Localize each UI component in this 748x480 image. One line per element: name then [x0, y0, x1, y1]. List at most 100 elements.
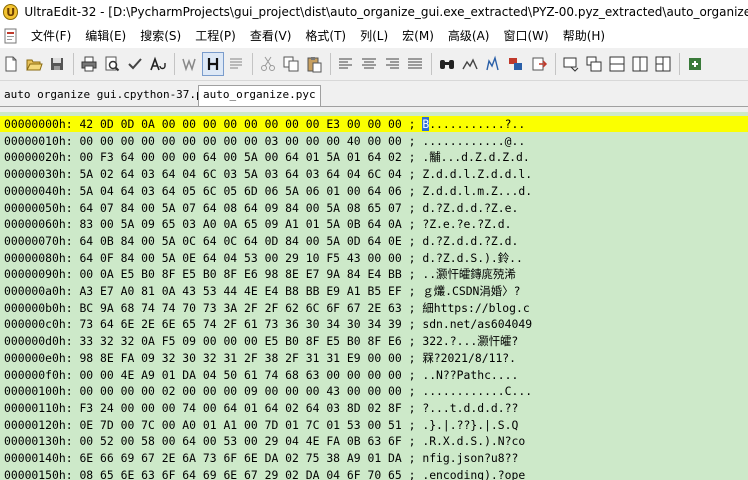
hex-bytes[interactable]: 00 F3 64 00 00 00 64 00 5A 00 64 01 5A 0… — [79, 150, 401, 164]
hex-row[interactable]: 00000030h: 5A 02 64 03 64 04 6C 03 5A 03… — [4, 166, 532, 182]
cut-icon[interactable] — [257, 52, 279, 76]
hex-row[interactable]: 00000090h: 00 0A E5 B0 8F E5 B0 8F E6 98… — [4, 266, 516, 282]
hex-bytes[interactable]: 5A 04 64 03 64 05 6C 05 6D 06 5A 06 01 0… — [79, 184, 401, 198]
hex-ascii[interactable]: .黼...d.Z.d.Z.d. — [422, 150, 529, 164]
hex-ascii[interactable]: Z.d.d.l.m.Z...d. — [422, 184, 532, 198]
hex-bytes[interactable]: F3 24 00 00 00 74 00 64 01 64 02 64 03 8… — [79, 401, 401, 415]
hex-bytes[interactable]: 73 64 6E 2E 6E 65 74 2F 61 73 36 30 34 3… — [79, 317, 401, 331]
hex-bytes[interactable]: BC 9A 68 74 74 70 73 3A 2F 2F 62 6C 6F 6… — [79, 301, 401, 315]
hex-bytes[interactable]: 00 00 4E A9 01 DA 04 50 61 74 68 63 00 0… — [79, 368, 401, 382]
document-menu-icon[interactable] — [2, 27, 20, 45]
hex-row[interactable]: 00000110h: F3 24 00 00 00 74 00 64 01 64… — [4, 400, 518, 416]
hex-row[interactable]: 00000140h: 6E 66 69 67 2E 6A 73 6F 6E DA… — [4, 450, 518, 466]
menu-column[interactable]: 列(L) — [353, 25, 395, 47]
cascade-icon[interactable] — [583, 52, 605, 76]
hex-row[interactable]: 00000130h: 00 52 00 58 00 64 00 53 00 29… — [4, 433, 525, 449]
hex-row[interactable]: 00000070h: 64 0B 84 00 5A 0C 64 0C 64 0D… — [4, 233, 518, 249]
align-left-icon[interactable] — [335, 52, 357, 76]
hex-ascii[interactable]: nfig.json?u8?? — [422, 451, 518, 465]
hex-row[interactable]: 00000150h: 08 65 6E 63 6F 64 69 6E 67 29… — [4, 467, 525, 480]
hex-bytes[interactable]: 64 0B 84 00 5A 0C 64 0C 64 0D 84 00 5A 0… — [79, 234, 401, 248]
hex-ascii[interactable]: ............C... — [422, 384, 532, 398]
find-icon[interactable] — [436, 52, 458, 76]
hex-row[interactable]: 00000010h: 00 00 00 00 00 00 00 00 00 03… — [4, 133, 525, 149]
hex-bytes[interactable]: 64 0F 84 00 5A 0E 64 04 53 00 29 10 F5 4… — [79, 251, 401, 265]
hex-ascii[interactable]: ?Z.e.?e.?Z.d. — [422, 217, 511, 231]
replace-icon[interactable] — [482, 52, 504, 76]
spell-check-icon[interactable] — [124, 52, 146, 76]
menu-advanced[interactable]: 高级(A) — [441, 25, 497, 47]
hex-ascii[interactable]: d.?Z.d.d.?Z.d. — [422, 234, 518, 248]
hex-ascii[interactable]: d.?Z.d.d.?Z.e. — [422, 201, 518, 215]
hex-bytes[interactable]: 83 00 5A 09 65 03 A0 0A 65 09 A1 01 5A 0… — [79, 217, 401, 231]
menu-macro[interactable]: 宏(M) — [395, 25, 441, 47]
hex-bytes[interactable]: 00 0A E5 B0 8F E5 B0 8F E6 98 8E E7 9A 8… — [79, 267, 401, 281]
print-icon[interactable] — [78, 52, 100, 76]
hex-row-current[interactable]: 00000000h: 42 0D 0D 0A 00 00 00 00 00 00… — [0, 116, 748, 132]
align-right-icon[interactable] — [381, 52, 403, 76]
hex-ascii[interactable]: Z.d.d.l.Z.d.d.l. — [422, 167, 532, 181]
hex-row[interactable]: 000000b0h: BC 9A 68 74 74 70 73 3A 2F 2F… — [4, 300, 530, 316]
hex-mode-icon[interactable] — [202, 52, 224, 76]
hex-ascii[interactable]: ...........?.. — [429, 117, 525, 131]
menu-edit[interactable]: 编辑(E) — [78, 25, 133, 47]
menu-help[interactable]: 帮助(H) — [556, 25, 612, 47]
hex-row[interactable]: 00000050h: 64 07 84 00 5A 07 64 08 64 09… — [4, 200, 518, 216]
hex-bytes[interactable]: 64 07 84 00 5A 07 64 08 64 09 84 00 5A 0… — [79, 201, 401, 215]
menu-window[interactable]: 窗口(W) — [496, 25, 555, 47]
hex-row[interactable]: 000000d0h: 33 32 32 0A F5 09 00 00 00 E5… — [4, 333, 518, 349]
copy-icon[interactable] — [280, 52, 302, 76]
hex-ascii[interactable]: d.?Z.d.S.).鈴.. — [422, 251, 523, 265]
word-wrap-icon[interactable] — [179, 52, 201, 76]
hex-ascii[interactable]: 槑?2021/8/11?. — [422, 351, 516, 365]
hex-row[interactable]: 000000c0h: 73 64 6E 2E 6E 65 74 2F 61 73… — [4, 316, 532, 332]
print-preview-icon[interactable] — [101, 52, 123, 76]
align-center-icon[interactable] — [358, 52, 380, 76]
hex-bytes[interactable]: 98 8E FA 09 32 30 32 31 2F 38 2F 31 31 E… — [79, 351, 401, 365]
tab-auto-organize[interactable]: auto_organize.pyc — [198, 85, 321, 106]
hex-ascii[interactable]: ..N??Pathc.... — [422, 368, 518, 382]
hex-bytes[interactable]: A3 E7 A0 81 0A 43 53 44 4E E4 B8 BB E9 A… — [79, 284, 401, 298]
hex-row[interactable]: 000000a0h: A3 E7 A0 81 0A 43 53 44 4E E4… — [4, 283, 520, 299]
menu-search[interactable]: 搜索(S) — [133, 25, 188, 47]
menu-view[interactable]: 查看(V) — [243, 25, 299, 47]
hex-ascii[interactable]: ............@.. — [422, 134, 525, 148]
hex-ascii[interactable]: 322.?...灏忓皬? — [422, 334, 518, 348]
hex-bytes[interactable]: 0E 7D 00 7C 00 A0 01 A1 00 7D 01 7C 01 5… — [79, 418, 401, 432]
hex-row[interactable]: 000000f0h: 00 00 4E A9 01 DA 04 50 61 74… — [4, 367, 518, 383]
hex-row[interactable]: 00000080h: 64 0F 84 00 5A 0E 64 04 53 00… — [4, 250, 523, 266]
macro-icon[interactable] — [684, 52, 706, 76]
hex-row[interactable]: 00000020h: 00 F3 64 00 00 00 64 00 5A 00… — [4, 149, 530, 165]
hex-ascii[interactable]: ｇ爜.CSDN涓婚〉? — [422, 284, 520, 298]
menu-file[interactable]: 文件(F) — [24, 25, 78, 47]
hex-bytes[interactable]: 6E 66 69 67 2E 6A 73 6F 6E DA 02 75 38 A… — [79, 451, 401, 465]
hex-row[interactable]: 00000100h: 00 00 00 00 02 00 00 00 09 00… — [4, 383, 532, 399]
new-file-icon[interactable] — [0, 52, 22, 76]
hex-editor[interactable]: 00000000h: 42 0D 0D 0A 00 00 00 00 00 00… — [0, 112, 748, 480]
hex-bytes[interactable]: 00 00 00 00 00 00 00 00 00 03 00 00 00 4… — [79, 134, 401, 148]
hex-row[interactable]: 00000060h: 83 00 5A 09 65 03 A0 0A 65 09… — [4, 216, 512, 232]
goto-icon[interactable] — [528, 52, 550, 76]
paste-icon[interactable] — [303, 52, 325, 76]
hex-bytes[interactable]: 42 0D 0D 0A 00 00 00 00 00 00 00 00 E3 0… — [79, 117, 401, 131]
tab-auto-organize-gui[interactable]: auto organize gui.cpython-37.pyc — [0, 86, 220, 104]
paragraph-icon[interactable] — [225, 52, 247, 76]
hex-bytes[interactable]: 00 52 00 58 00 64 00 53 00 29 04 4E FA 0… — [79, 434, 401, 448]
hex-ascii[interactable]: ..灏忓皬鏄庣殑浠 — [422, 267, 515, 281]
find-in-files-icon[interactable] — [459, 52, 481, 76]
hex-ascii[interactable]: sdn.net/as604049 — [422, 317, 532, 331]
hex-bytes[interactable]: 5A 02 64 03 64 04 6C 03 5A 03 64 03 64 0… — [79, 167, 401, 181]
menu-format[interactable]: 格式(T) — [298, 25, 353, 47]
split-window-icon[interactable] — [652, 52, 674, 76]
hex-ascii[interactable]: 細https://blog.c — [422, 301, 529, 315]
window-icon[interactable] — [560, 52, 582, 76]
font-icon[interactable] — [147, 52, 169, 76]
save-icon[interactable] — [46, 52, 68, 76]
hex-row[interactable]: 00000120h: 0E 7D 00 7C 00 A0 01 A1 00 7D… — [4, 417, 518, 433]
hex-row[interactable]: 00000040h: 5A 04 64 03 64 05 6C 05 6D 06… — [4, 183, 532, 199]
hex-ascii[interactable]: .}.|.??}.|.S.Q — [422, 418, 518, 432]
menu-project[interactable]: 工程(P) — [188, 25, 243, 47]
tile-vertical-icon[interactable] — [629, 52, 651, 76]
tile-horizontal-icon[interactable] — [606, 52, 628, 76]
hex-ascii[interactable]: .encoding).?ope — [422, 468, 525, 480]
